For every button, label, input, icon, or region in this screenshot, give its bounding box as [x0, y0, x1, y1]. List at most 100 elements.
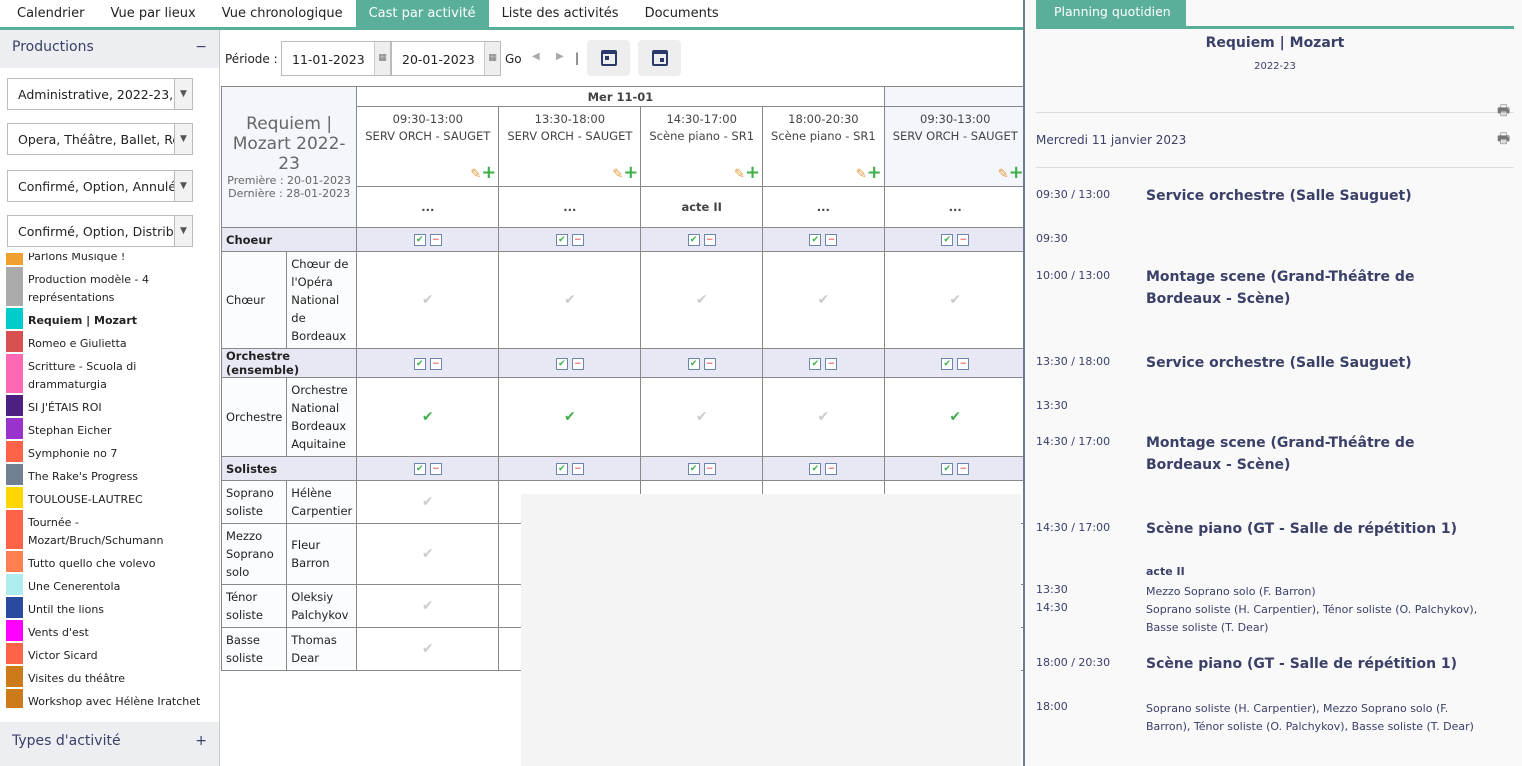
cast-cell[interactable]: ✔	[356, 251, 500, 349]
deselect-all-icon[interactable]: −	[571, 357, 584, 370]
cast-cell[interactable]: ✔	[762, 251, 885, 349]
check-icon[interactable]: ✔	[564, 292, 576, 308]
check-icon[interactable]: ✔	[422, 641, 434, 657]
production-item[interactable]: Tutto quello che volevo	[6, 550, 216, 573]
select-all-icon[interactable]: ✔	[809, 463, 822, 475]
add-icon[interactable]: +	[867, 162, 882, 183]
check-icon[interactable]: ✔	[422, 409, 434, 425]
entry-title[interactable]: Montage scene (Grand-Théâtre de Bordeaux…	[1146, 266, 1486, 310]
select-all-icon[interactable]: ✔	[555, 234, 568, 246]
check-icon[interactable]: ✔	[564, 409, 576, 425]
deselect-all-icon[interactable]: −	[703, 463, 716, 475]
production-item[interactable]: SI J'ÉTAIS ROI	[6, 394, 216, 417]
select-all-icon[interactable]: ✔	[941, 357, 954, 370]
edit-icon[interactable]: ✎	[612, 167, 623, 182]
check-icon[interactable]: ✔	[696, 292, 708, 308]
add-icon[interactable]: +	[481, 162, 496, 183]
select-all-icon[interactable]: ✔	[809, 357, 822, 370]
production-item[interactable]: Vents d'est	[6, 619, 216, 642]
production-item[interactable]: Une Cenerentola	[6, 573, 216, 596]
filter-select[interactable]: Confirmé, Option, Distribu ▼	[7, 215, 193, 247]
check-icon[interactable]: ✔	[422, 292, 434, 308]
add-icon[interactable]: +	[1009, 162, 1024, 183]
check-icon[interactable]: ✔	[422, 546, 434, 562]
deselect-all-icon[interactable]: −	[957, 357, 970, 370]
cast-cell[interactable]: ✔	[640, 377, 764, 457]
go-button[interactable]: Go	[505, 52, 522, 66]
deselect-all-icon[interactable]: −	[825, 463, 838, 475]
tab-4[interactable]: Liste des activités	[489, 0, 632, 27]
tab-1[interactable]: Vue par lieux	[97, 0, 208, 27]
cast-cell[interactable]: ✔	[883, 251, 1027, 349]
cast-cell[interactable]: ✔	[498, 251, 642, 349]
select-all-icon[interactable]: ✔	[809, 234, 822, 246]
production-item[interactable]: Parlons Musique !	[6, 253, 216, 266]
select-all-icon[interactable]: ✔	[941, 234, 954, 246]
cast-cell[interactable]: ✔	[762, 377, 885, 457]
select-all-icon[interactable]: ✔	[941, 463, 954, 475]
edit-icon[interactable]: ✎	[470, 167, 481, 182]
production-item[interactable]: Scritture - Scuola di drammaturgia	[6, 353, 216, 394]
filter-select[interactable]: Confirmé, Option, Annulé ▼	[7, 170, 193, 202]
cast-cell[interactable]: ✔	[356, 480, 500, 524]
day-view-button[interactable]	[587, 40, 630, 76]
production-item[interactable]: Symphonie no 7	[6, 440, 216, 463]
deselect-all-icon[interactable]: −	[703, 357, 716, 370]
check-icon[interactable]: ✔	[949, 292, 961, 308]
check-icon[interactable]: ✔	[817, 292, 829, 308]
cast-cell[interactable]: ✔	[356, 377, 500, 457]
types-header[interactable]: Types d'activité +	[0, 722, 219, 766]
check-icon[interactable]: ✔	[696, 409, 708, 425]
deselect-all-icon[interactable]: −	[703, 234, 716, 246]
cast-cell[interactable]: ✔	[883, 377, 1027, 457]
production-item[interactable]: Visites du théâtre	[6, 665, 216, 688]
deselect-all-icon[interactable]: −	[429, 463, 442, 475]
tab-5[interactable]: Documents	[632, 0, 732, 27]
activity-note[interactable]: ...	[498, 186, 642, 228]
select-all-icon[interactable]: ✔	[687, 357, 700, 370]
filter-select[interactable]: Administrative, 2022-23, 2 ▼	[7, 78, 193, 110]
deselect-all-icon[interactable]: −	[429, 234, 442, 246]
activity-note[interactable]: ...	[356, 186, 500, 228]
activity-note[interactable]: ...	[762, 186, 885, 228]
edit-icon[interactable]: ✎	[856, 167, 867, 182]
entry-title[interactable]: Scène piano (GT - Salle de répétition 1)	[1146, 653, 1486, 675]
filter-select[interactable]: Opera, Théâtre, Ballet, Réc ▼	[7, 123, 193, 155]
select-all-icon[interactable]: ✔	[555, 463, 568, 475]
deselect-all-icon[interactable]: −	[429, 357, 442, 370]
production-item[interactable]: Stephan Eicher	[6, 417, 216, 440]
tab-planning-quotidien[interactable]: Planning quotidien	[1036, 0, 1186, 27]
deselect-all-icon[interactable]: −	[571, 463, 584, 475]
activity-note[interactable]: acte II	[640, 186, 764, 228]
entry-title[interactable]: Montage scene (Grand-Théâtre de Bordeaux…	[1146, 432, 1486, 476]
production-item[interactable]: Production modèle - 4 représentations	[6, 266, 216, 307]
production-item[interactable]: Workshop avec Hélène Iratchet	[6, 688, 216, 708]
collapse-icon[interactable]: −	[195, 39, 207, 59]
cast-cell[interactable]: ✔	[356, 584, 500, 628]
select-all-icon[interactable]: ✔	[555, 357, 568, 370]
production-item[interactable]: Until the lions	[6, 596, 216, 619]
entry-title[interactable]: Service orchestre (Salle Sauguet)	[1146, 352, 1486, 374]
chevron-down-icon[interactable]: ▼	[174, 124, 192, 154]
edit-icon[interactable]: ✎	[734, 167, 745, 182]
tab-2[interactable]: Vue chronologique	[209, 0, 356, 27]
cast-cell[interactable]: ✔	[498, 377, 642, 457]
print-icon[interactable]: 🖶	[1497, 100, 1510, 124]
edit-icon[interactable]: ✎	[998, 167, 1009, 182]
check-icon[interactable]: ✔	[949, 409, 961, 425]
production-item[interactable]: TOULOUSE-LAUTREC	[6, 486, 216, 509]
production-item[interactable]: Requiem | Mozart	[6, 307, 216, 330]
print-icon[interactable]: 🖶	[1497, 128, 1510, 152]
entry-title[interactable]: Service orchestre (Salle Sauguet)	[1146, 185, 1486, 207]
productions-header[interactable]: Productions −	[0, 30, 219, 68]
deselect-all-icon[interactable]: −	[825, 234, 838, 246]
select-all-icon[interactable]: ✔	[413, 463, 426, 475]
production-item[interactable]: Tournée - Mozart/Bruch/Schumann	[6, 509, 216, 550]
end-date-input[interactable]: 20-01-2023 ▦	[391, 41, 501, 76]
select-all-icon[interactable]: ✔	[413, 357, 426, 370]
week-view-button[interactable]	[638, 40, 681, 76]
prev-arrow-icon[interactable]: ◀	[532, 51, 540, 62]
activity-note[interactable]: ...	[883, 186, 1027, 228]
check-icon[interactable]: ✔	[422, 598, 434, 614]
calendar-icon[interactable]: ▦	[374, 42, 390, 75]
